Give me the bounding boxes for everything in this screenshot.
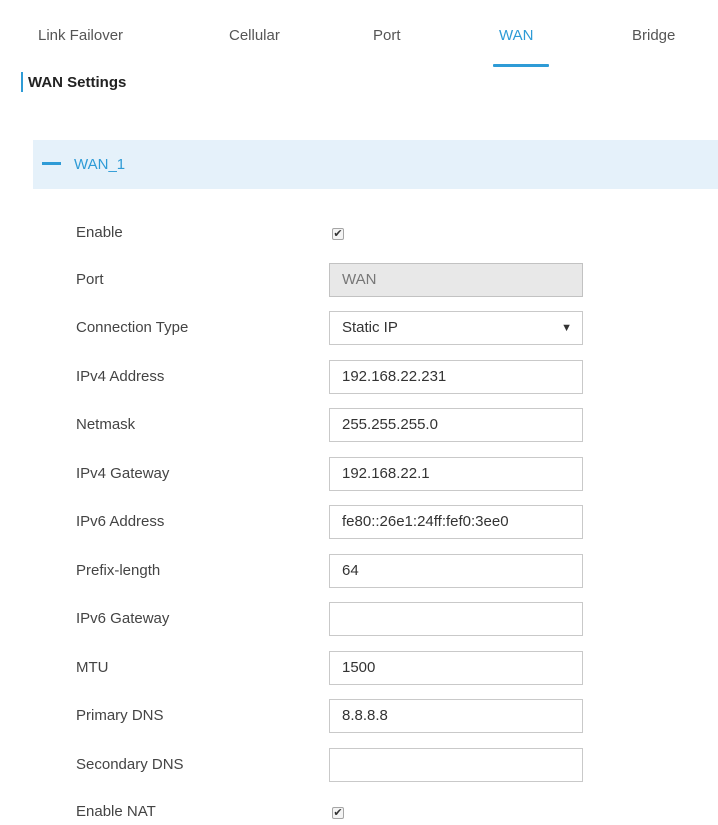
- tab-bridge[interactable]: Bridge: [632, 27, 675, 44]
- row-netmask: Netmask 255.255.255.0: [0, 407, 718, 447]
- row-connection-type: Connection Type Static IP ▼: [0, 310, 718, 350]
- row-ipv6-gateway: IPv6 Gateway: [0, 601, 718, 641]
- connection-type-label: Connection Type: [76, 319, 189, 336]
- enable-checkbox[interactable]: ✔: [332, 228, 344, 240]
- ipv6-gateway-label: IPv6 Gateway: [76, 610, 170, 627]
- tab-bar: Link Failover Cellular Port WAN Bridge: [0, 0, 718, 70]
- ipv6-gateway-input[interactable]: [329, 602, 583, 636]
- minus-icon[interactable]: [42, 162, 61, 165]
- netmask-label: Netmask: [76, 416, 136, 433]
- primary-dns-input[interactable]: 8.8.8.8: [329, 699, 583, 733]
- tab-port[interactable]: Port: [373, 27, 401, 44]
- secondary-dns-label: Secondary DNS: [76, 756, 184, 773]
- tab-link-failover[interactable]: Link Failover: [38, 27, 123, 44]
- panel-title: WAN_1: [74, 156, 126, 173]
- mtu-label: MTU: [76, 659, 109, 676]
- connection-type-value: Static IP: [342, 319, 398, 336]
- enable-label: Enable: [76, 224, 123, 241]
- enable-nat-checkbox[interactable]: ✔: [332, 807, 344, 819]
- ipv4-address-input[interactable]: 192.168.22.231: [329, 360, 583, 394]
- connection-type-select[interactable]: Static IP ▼: [329, 311, 583, 345]
- primary-dns-label: Primary DNS: [76, 707, 164, 724]
- row-port: Port WAN: [0, 262, 718, 302]
- row-secondary-dns: Secondary DNS: [0, 747, 718, 787]
- ipv6-address-input[interactable]: fe80::26e1:24ff:fef0:3ee0: [329, 505, 583, 539]
- enable-nat-label: Enable NAT: [76, 803, 156, 820]
- chevron-down-icon: ▼: [561, 322, 572, 334]
- secondary-dns-input[interactable]: [329, 748, 583, 782]
- prefix-length-input[interactable]: 64: [329, 554, 583, 588]
- row-prefix-length: Prefix-length 64: [0, 553, 718, 593]
- ipv4-gateway-input[interactable]: 192.168.22.1: [329, 457, 583, 491]
- section-accent-bar: [21, 72, 23, 92]
- row-enable-nat: Enable NAT ✔: [0, 795, 718, 825]
- row-ipv4-address: IPv4 Address 192.168.22.231: [0, 359, 718, 399]
- port-label: Port: [76, 271, 104, 288]
- row-ipv6-address: IPv6 Address fe80::26e1:24ff:fef0:3ee0: [0, 504, 718, 544]
- ipv4-gateway-label: IPv4 Gateway: [76, 465, 170, 482]
- section-title: WAN Settings: [28, 74, 127, 91]
- tab-cellular[interactable]: Cellular: [229, 27, 280, 44]
- port-field: WAN: [329, 263, 583, 297]
- prefix-length-label: Prefix-length: [76, 562, 161, 579]
- mtu-input[interactable]: 1500: [329, 651, 583, 685]
- active-tab-indicator: [493, 64, 549, 67]
- row-primary-dns: Primary DNS 8.8.8.8: [0, 698, 718, 738]
- row-enable: Enable ✔: [0, 218, 718, 258]
- netmask-input[interactable]: 255.255.255.0: [329, 408, 583, 442]
- ipv4-address-label: IPv4 Address: [76, 368, 165, 385]
- row-ipv4-gateway: IPv4 Gateway 192.168.22.1: [0, 456, 718, 496]
- ipv6-address-label: IPv6 Address: [76, 513, 165, 530]
- tab-wan[interactable]: WAN: [499, 27, 533, 44]
- row-mtu: MTU 1500: [0, 650, 718, 690]
- wan1-panel-header[interactable]: WAN_1: [33, 140, 718, 189]
